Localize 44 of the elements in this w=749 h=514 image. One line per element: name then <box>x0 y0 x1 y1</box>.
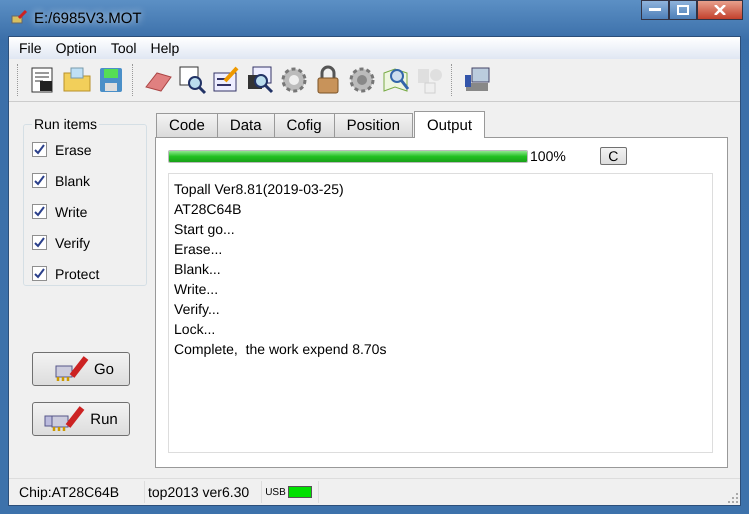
window-title: E:/6985V3.MOT <box>34 10 142 26</box>
log-line: Verify... <box>174 300 221 319</box>
checkbox-option[interactable]: Write <box>32 196 146 227</box>
log-line: Erase... <box>174 240 224 259</box>
log-line: Topall Ver8.81(2019-03-25) <box>174 180 345 199</box>
version-status: top2013 ver6.30 <box>145 481 262 503</box>
go-button[interactable]: Go <box>32 352 130 386</box>
maximize-icon <box>677 5 689 15</box>
tab[interactable]: Data <box>216 113 275 137</box>
log-line: Write... <box>174 280 220 299</box>
menu-item[interactable]: Help <box>144 40 186 56</box>
tab[interactable]: Position <box>334 113 413 137</box>
menu-item[interactable]: Tool <box>104 40 144 56</box>
log-line: AT28C64B <box>174 200 242 219</box>
close-icon <box>714 5 726 15</box>
checkmark-icon <box>34 144 45 155</box>
log-line: Complete, the work expend 8.70s <box>174 340 388 359</box>
checkbox-option[interactable]: Verify <box>32 227 146 258</box>
checkbox-option[interactable]: Blank <box>32 165 146 196</box>
run-button[interactable]: Run <box>32 402 130 436</box>
resize-grip-icon[interactable] <box>728 493 738 503</box>
checkmark-icon <box>34 175 45 186</box>
minimize-button[interactable] <box>641 0 669 20</box>
close-button[interactable] <box>697 0 743 20</box>
tab[interactable]: Code <box>156 113 218 137</box>
maximize-button[interactable] <box>669 0 697 20</box>
checkbox-option[interactable]: Erase <box>32 134 146 165</box>
checkbox-option[interactable]: Protect <box>32 258 146 289</box>
minimize-icon <box>649 8 661 12</box>
log-line: Blank... <box>174 260 222 279</box>
usb-label: USB <box>265 486 286 498</box>
log-line: Start go... <box>174 220 236 239</box>
clear-button[interactable]: C <box>600 147 627 165</box>
chip-status: Chip:AT28C64B <box>9 481 145 503</box>
menu-item[interactable]: Option <box>48 40 104 56</box>
group-title: Run items <box>33 116 98 132</box>
checkmark-icon <box>34 206 45 217</box>
checkmark-icon <box>34 237 45 248</box>
tab[interactable]: Cofig <box>274 113 335 137</box>
progress-reading: 100% <box>530 148 566 164</box>
log-line: Lock... <box>174 320 216 339</box>
menu-item[interactable]: File <box>12 40 49 56</box>
checkmark-icon <box>34 268 45 279</box>
tab[interactable]: Output <box>414 111 485 138</box>
